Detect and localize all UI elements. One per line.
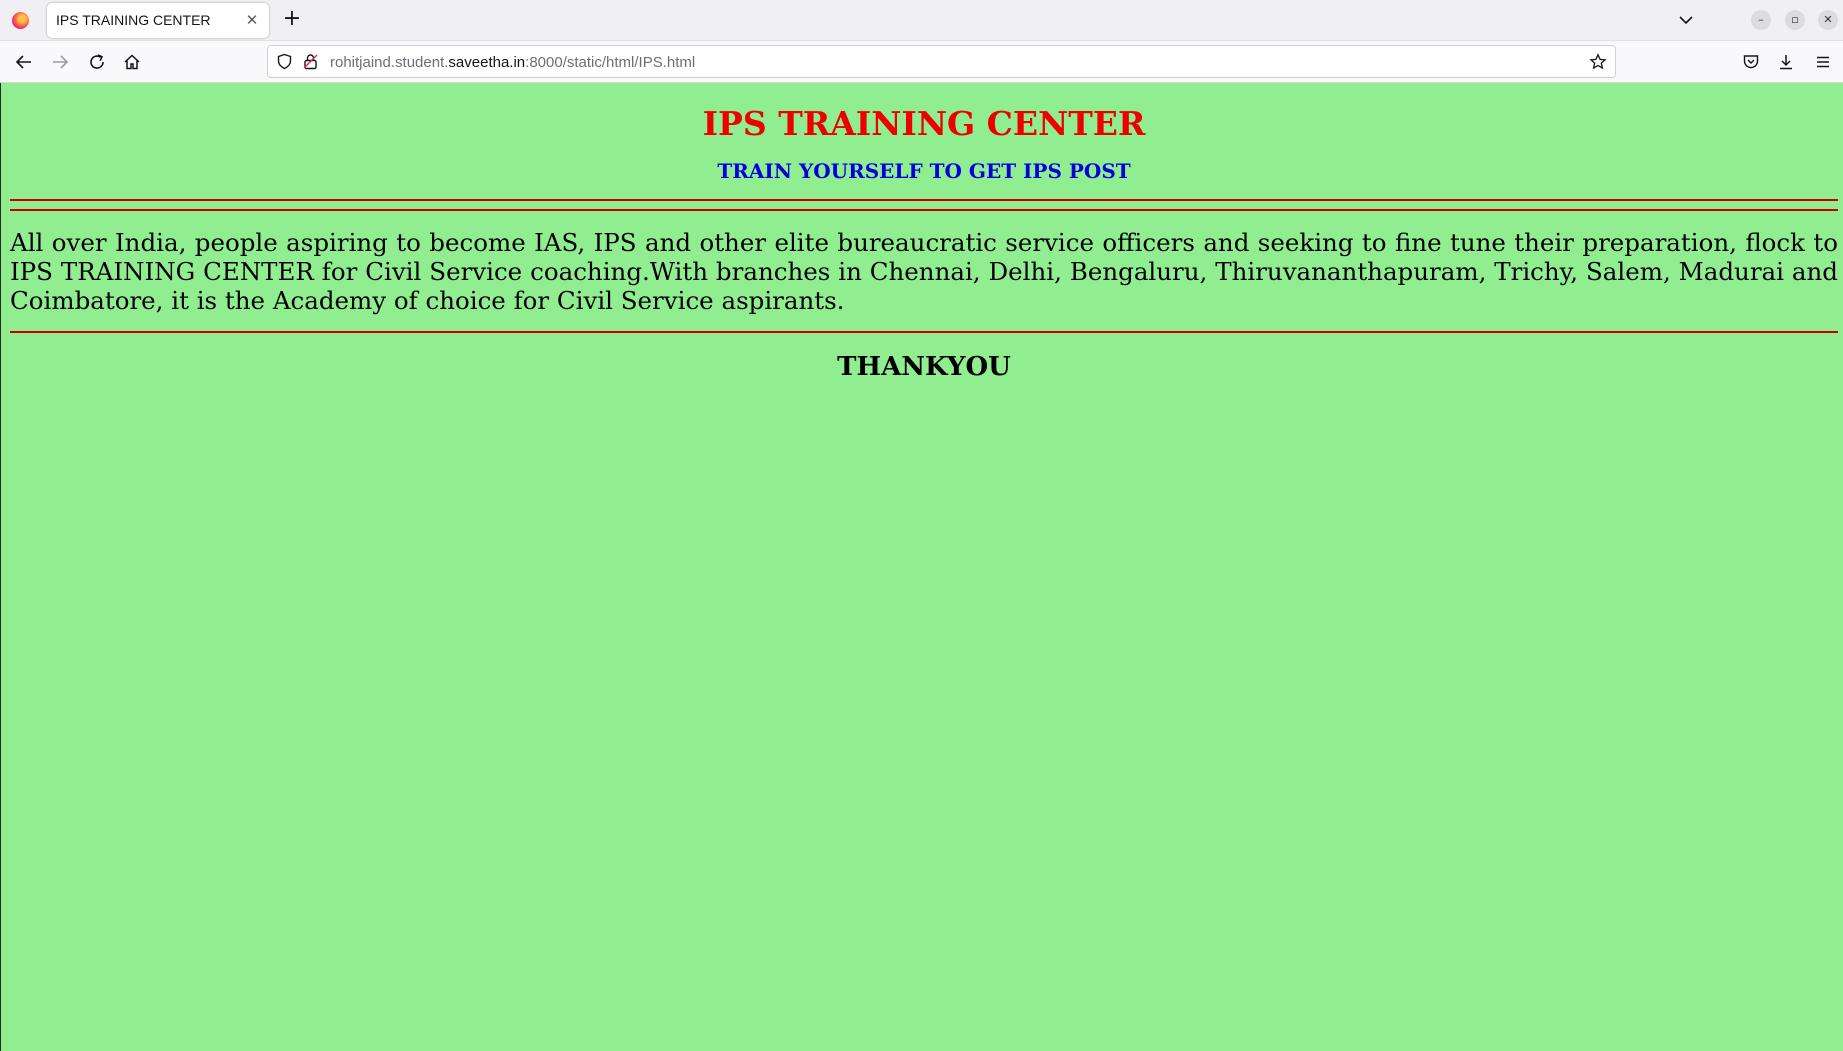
pocket-icon[interactable] (1739, 50, 1763, 74)
plus-icon[interactable]: + (280, 8, 304, 32)
download-icon[interactable] (1774, 50, 1798, 74)
shield-icon[interactable] (276, 53, 293, 74)
star-icon[interactable] (1589, 53, 1607, 75)
home-icon[interactable] (120, 50, 144, 74)
navigation-bar: rohitjaind.student.saveetha.in:8000/stat… (0, 41, 1843, 83)
menu-icon[interactable] (1811, 50, 1835, 74)
close-icon[interactable]: ✕ (242, 10, 262, 30)
url-host: saveetha.in (448, 54, 526, 71)
page-title: IPS TRAINING CENTER (702, 104, 1146, 143)
back-arrow-icon[interactable] (12, 50, 36, 74)
page-content: IPS TRAINING CENTER TRAIN YOURSELF TO GE… (0, 83, 1843, 1051)
forward-arrow-icon[interactable] (48, 50, 72, 74)
minimize-icon[interactable]: – (1751, 10, 1771, 30)
chevron-down-icon[interactable] (1675, 9, 1697, 31)
divider (10, 199, 1838, 201)
url-text[interactable]: rohitjaind.student.saveetha.in:8000/stat… (330, 54, 695, 71)
firefox-logo-icon (12, 12, 29, 29)
lock-icon[interactable] (302, 53, 319, 74)
url-bar[interactable]: rohitjaind.student.saveetha.in:8000/stat… (267, 45, 1616, 78)
divider (10, 209, 1838, 211)
thankyou-text: THANKYOU (837, 352, 1011, 382)
tab-title: IPS TRAINING CENTER (56, 12, 211, 28)
url-prefix: rohitjaind.student. (330, 54, 449, 71)
intro-paragraph: All over India, people aspiring to becom… (10, 228, 1838, 315)
reload-icon[interactable] (85, 50, 109, 74)
url-suffix: :8000/static/html/IPS.html (525, 54, 696, 71)
page-subtitle: TRAIN YOURSELF TO GET IPS POST (717, 159, 1131, 183)
divider (10, 331, 1838, 333)
restore-icon[interactable]: ▫ (1785, 10, 1805, 30)
tab-bar: IPS TRAINING CENTER ✕ + – ▫ ✕ (0, 0, 1843, 41)
tab-ips-training-center[interactable]: IPS TRAINING CENTER ✕ (47, 3, 269, 38)
window-close-icon[interactable]: ✕ (1818, 10, 1838, 30)
